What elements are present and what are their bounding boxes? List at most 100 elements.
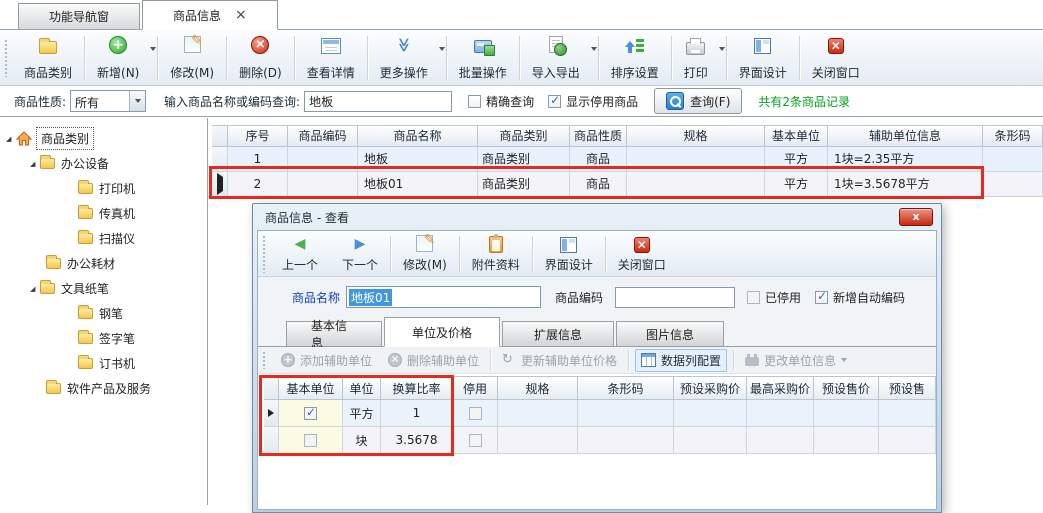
- col-header-barcode[interactable]: 条形码: [983, 125, 1043, 147]
- tree-item-label: 传真机: [99, 205, 135, 222]
- folder-icon: [78, 308, 93, 319]
- nature-select[interactable]: 所有: [70, 90, 146, 112]
- tab-image-info[interactable]: 图片信息: [616, 321, 724, 346]
- tree-item[interactable]: 办公耗材: [0, 251, 207, 276]
- dialog-close-button[interactable]: x: [899, 208, 933, 226]
- tree-item-root[interactable]: ◢ 商品类别: [0, 126, 207, 151]
- toolbar-button-add[interactable]: 新增(N): [85, 33, 157, 83]
- tab-function-nav[interactable]: 功能导航窗: [18, 3, 140, 29]
- exact-query-checkbox[interactable]: 精确查询: [468, 93, 534, 110]
- col-header-spec[interactable]: 规格: [498, 376, 578, 400]
- toolbar-button-close-window[interactable]: 关闭窗口: [800, 33, 872, 83]
- toolbar-button-batch-actions[interactable]: 批量操作: [447, 33, 519, 83]
- tree-item[interactable]: 传真机: [0, 201, 207, 226]
- tree-item[interactable]: 软件产品及服务: [0, 376, 207, 401]
- col-header-seq[interactable]: 序号: [228, 125, 288, 147]
- toolbar-drag-grip[interactable]: [262, 351, 266, 369]
- toolbar-button-import-export[interactable]: 导入导出: [520, 33, 598, 83]
- checkbox-icon[interactable]: [469, 434, 482, 447]
- checkbox-checked-icon[interactable]: [815, 291, 828, 304]
- col-header-base-unit[interactable]: 基本单位: [765, 125, 828, 147]
- col-header-preset-sale-2[interactable]: 预设售: [879, 376, 936, 400]
- toolbar-button-view-details[interactable]: 查看详情: [295, 33, 367, 83]
- toolbar-drag-grip[interactable]: [262, 235, 266, 273]
- tree-item[interactable]: ◢ 文具纸笔: [0, 276, 207, 301]
- tree-expander-icon[interactable]: ◢: [6, 135, 16, 143]
- checkbox-icon[interactable]: [469, 407, 482, 420]
- dropdown-arrow-icon[interactable]: [150, 47, 156, 51]
- tree-item-label: 钢笔: [99, 305, 123, 322]
- product-code-input[interactable]: [615, 287, 735, 308]
- dialog-button-edit[interactable]: 修改(M): [391, 233, 459, 275]
- more-actions-icon: [395, 36, 413, 54]
- tree-item[interactable]: 订书机: [0, 351, 207, 376]
- col-header-spec[interactable]: 规格: [627, 125, 765, 147]
- col-header-code[interactable]: 商品编码: [288, 125, 358, 147]
- toolbar-button-delete[interactable]: 删除(D): [227, 33, 294, 83]
- folder-icon: [46, 258, 61, 269]
- tree-item-label: 办公耗材: [67, 255, 115, 272]
- annotation-box-unit-columns: [259, 375, 454, 456]
- col-header-preset-sale[interactable]: 预设售价: [814, 376, 879, 400]
- cell-stopped-checkbox[interactable]: [453, 400, 498, 427]
- query-button[interactable]: 查询(F): [654, 88, 742, 114]
- checkbox-checked-icon[interactable]: [548, 95, 561, 108]
- autocode-label: 新增自动编码: [833, 289, 905, 306]
- ui-design-icon: [560, 237, 577, 253]
- checkbox-icon[interactable]: [468, 95, 481, 108]
- next-icon: [351, 235, 369, 253]
- exact-query-label: 精确查询: [486, 93, 534, 110]
- col-header-category[interactable]: 商品类别: [478, 125, 570, 147]
- folder-icon: [78, 183, 93, 194]
- tree-expander-icon[interactable]: ◢: [30, 160, 40, 168]
- toolbar-button-product-category[interactable]: 商品类别: [12, 33, 84, 83]
- toolbar-button-edit[interactable]: 修改(M): [158, 33, 226, 83]
- cell-spec: [498, 427, 578, 454]
- tab-extended-info[interactable]: 扩展信息: [502, 321, 614, 346]
- checkbox-icon[interactable]: [747, 291, 760, 304]
- tab-product-info[interactable]: 商品信息 ×: [142, 0, 278, 30]
- cell-spec: [498, 400, 578, 427]
- col-header-aux-unit[interactable]: 辅助单位信息: [828, 125, 983, 147]
- tree-item-label: 文具纸笔: [61, 280, 109, 297]
- tab-basic-info[interactable]: 基本信息: [286, 321, 382, 346]
- toolbar-button-more-actions[interactable]: 更多操作: [368, 33, 446, 83]
- cell-stopped-checkbox[interactable]: [453, 427, 498, 454]
- tree-item[interactable]: 签字笔: [0, 326, 207, 351]
- dialog-button-ui-design[interactable]: 界面设计: [533, 233, 605, 275]
- product-name-input[interactable]: 地板01: [346, 286, 541, 308]
- toolbar-button-print[interactable]: 打印: [672, 33, 726, 83]
- col-header-barcode[interactable]: 条形码: [578, 376, 674, 400]
- tree-item[interactable]: 钢笔: [0, 301, 207, 326]
- dropdown-arrow-icon[interactable]: [719, 47, 725, 51]
- toolbar-button-sort-settings[interactable]: 排序设置: [599, 33, 671, 83]
- tree-item[interactable]: ◢ 办公设备: [0, 151, 207, 176]
- dropdown-arrow-icon[interactable]: [591, 47, 597, 51]
- dialog-button-close-window[interactable]: 关闭窗口: [606, 233, 678, 275]
- select-dropdown-button[interactable]: [129, 91, 145, 111]
- tree-expander-icon[interactable]: ◢: [30, 285, 40, 293]
- show-disabled-checkbox[interactable]: 显示停用商品: [548, 93, 638, 110]
- tab-close-icon[interactable]: ×: [235, 8, 247, 22]
- dialog-button-next[interactable]: 下一个: [330, 233, 390, 275]
- col-header-preset-purchase[interactable]: 预设采购价: [674, 376, 747, 400]
- dialog-button-previous[interactable]: 上一个: [270, 233, 330, 275]
- dialog-button-attachments[interactable]: 附件资料: [460, 233, 532, 275]
- stopped-checkbox[interactable]: 已停用: [747, 289, 801, 306]
- toolbar-button-ui-design[interactable]: 界面设计: [727, 33, 799, 83]
- col-header-stopped[interactable]: 停用: [453, 376, 498, 400]
- dropdown-arrow-icon[interactable]: [439, 47, 445, 51]
- autocode-checkbox[interactable]: 新增自动编码: [815, 289, 905, 306]
- toolbar-drag-grip[interactable]: [4, 39, 8, 77]
- import-export-icon: [549, 36, 563, 53]
- dialog-title-bar[interactable]: 商品信息 - 查看 x: [257, 204, 937, 230]
- data-column-config-button[interactable]: 数据列配置: [635, 349, 727, 372]
- col-header-nature[interactable]: 商品性质: [570, 125, 627, 147]
- tab-units-prices[interactable]: 单位及价格: [384, 317, 500, 347]
- col-header-max-purchase[interactable]: 最高采购价: [747, 376, 814, 400]
- tree-item[interactable]: 扫描仪: [0, 226, 207, 251]
- tree-item[interactable]: 打印机: [0, 176, 207, 201]
- search-input[interactable]: [304, 91, 452, 112]
- chevron-down-icon: [135, 99, 141, 103]
- col-header-name[interactable]: 商品名称: [358, 125, 478, 147]
